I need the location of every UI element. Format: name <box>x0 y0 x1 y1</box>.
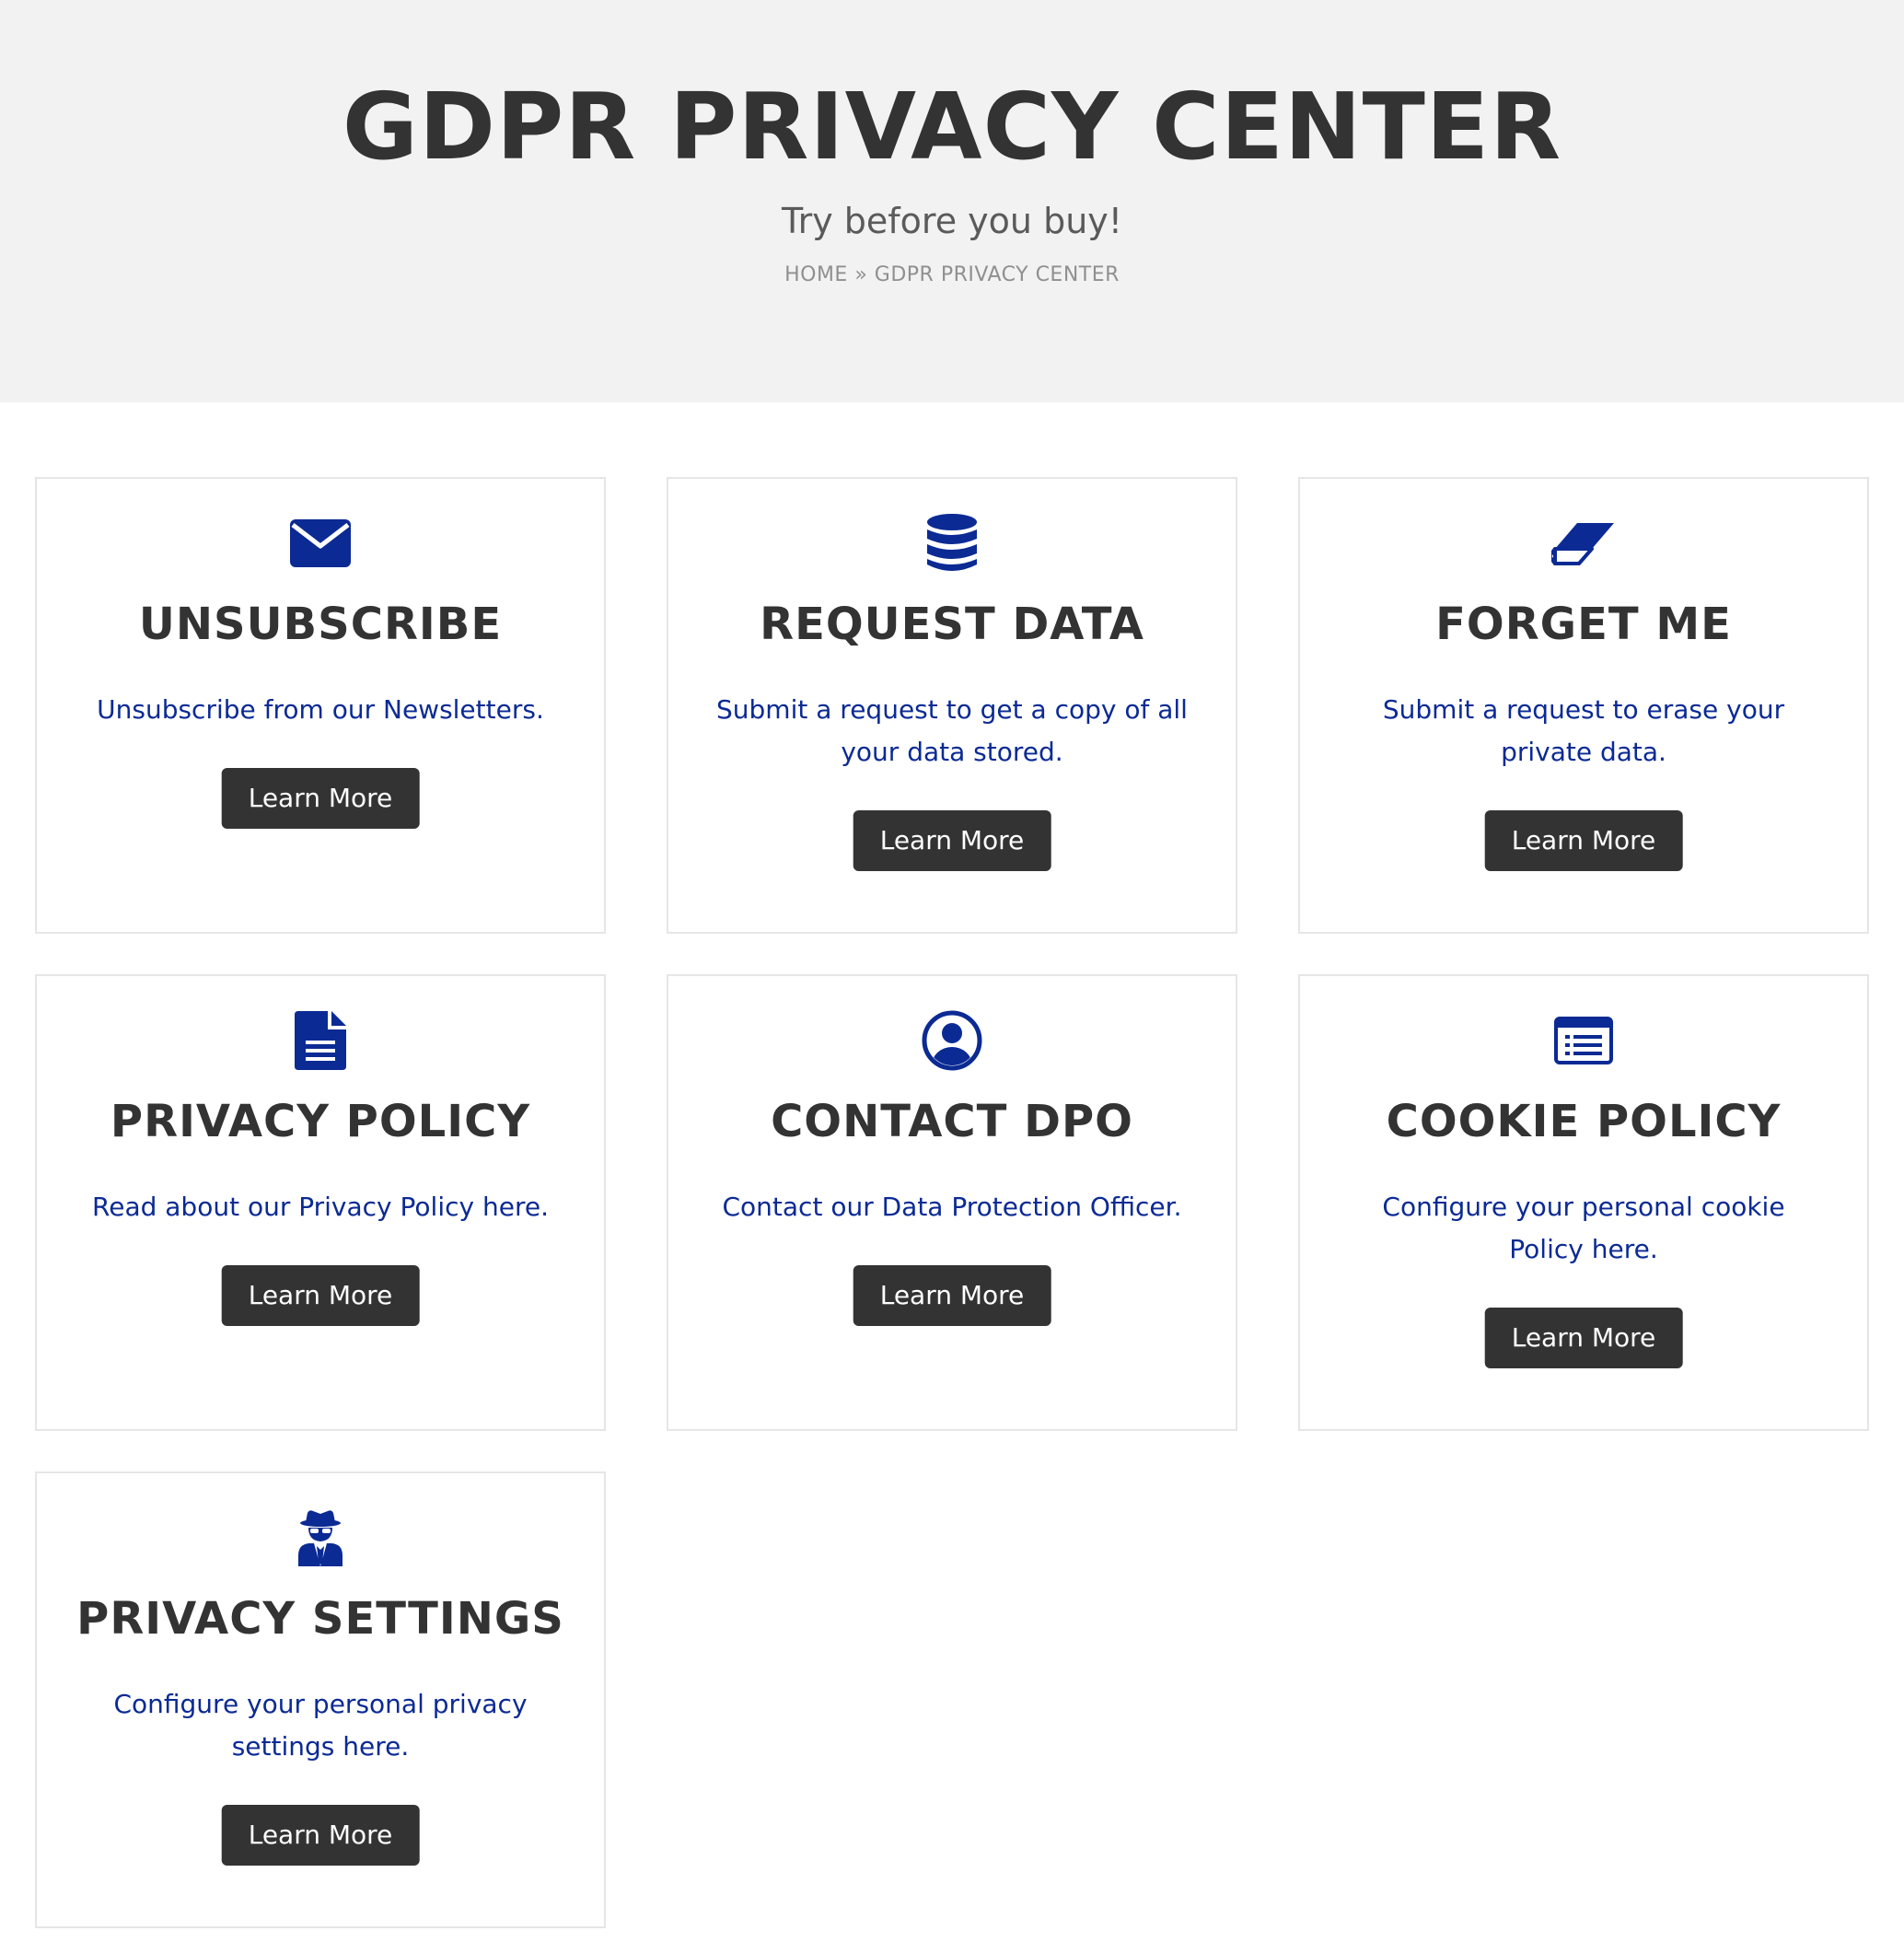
card-privacy-policy: PRIVACY POLICY Read about our Privacy Po… <box>35 974 606 1431</box>
card-title: PRIVACY SETTINGS <box>76 1593 564 1645</box>
page-header: GDPR PRIVACY CENTER Try before you buy! … <box>0 0 1904 402</box>
card-description: Read about our Privacy Policy here. <box>92 1192 549 1222</box>
card-unsubscribe: UNSUBSCRIBE Unsubscribe from our Newslet… <box>35 477 606 934</box>
eraser-icon <box>1300 512 1867 575</box>
card-description: Contact our Data Protection Officer. <box>722 1192 1182 1222</box>
page-subtitle: Try before you buy! <box>781 201 1123 241</box>
envelope-icon <box>37 512 604 575</box>
database-icon <box>668 512 1236 575</box>
learn-more-button[interactable]: Learn More <box>853 810 1051 871</box>
card-description: Configure your personal cookie Policy he… <box>1382 1192 1785 1264</box>
card-title: FORGET ME <box>1435 599 1732 650</box>
page-title: GDPR PRIVACY CENTER <box>342 73 1562 180</box>
card-description: Submit a request to erase your private d… <box>1382 694 1785 767</box>
card-cookie-policy: COOKIE POLICY Configure your personal co… <box>1298 974 1869 1431</box>
card-description: Configure your personal privacy settings… <box>113 1689 528 1762</box>
learn-more-button[interactable]: Learn More <box>221 1265 420 1326</box>
user-circle-icon <box>668 1009 1236 1072</box>
learn-more-button[interactable]: Learn More <box>1484 1308 1683 1368</box>
breadcrumb-home-link[interactable]: HOME <box>784 263 848 286</box>
card-title: CONTACT DPO <box>771 1096 1133 1147</box>
card-description: Submit a request to get a copy of all yo… <box>716 694 1188 767</box>
document-icon <box>37 1009 604 1072</box>
learn-more-button[interactable]: Learn More <box>221 768 420 829</box>
breadcrumb-separator: » <box>847 263 875 286</box>
card-privacy-settings: PRIVACY SETTINGS Configure your personal… <box>35 1471 606 1928</box>
learn-more-button[interactable]: Learn More <box>853 1265 1051 1326</box>
card-title: COOKIE POLICY <box>1386 1096 1782 1147</box>
learn-more-button[interactable]: Learn More <box>1484 810 1683 871</box>
user-secret-icon <box>37 1506 604 1569</box>
card-title: PRIVACY POLICY <box>110 1096 531 1147</box>
card-forget-me: FORGET ME Submit a request to erase your… <box>1298 477 1869 934</box>
card-contact-dpo: CONTACT DPO Contact our Data Protection … <box>667 974 1237 1431</box>
card-request-data: REQUEST DATA Submit a request to get a c… <box>667 477 1237 934</box>
breadcrumb-current: GDPR PRIVACY CENTER <box>874 263 1120 286</box>
breadcrumb: HOME » GDPR PRIVACY CENTER <box>0 262 1904 289</box>
list-alt-icon <box>1300 1009 1867 1072</box>
card-title: UNSUBSCRIBE <box>138 599 503 650</box>
card-title: REQUEST DATA <box>760 599 1144 650</box>
card-description: Unsubscribe from our Newsletters. <box>97 694 544 725</box>
learn-more-button[interactable]: Learn More <box>221 1805 420 1866</box>
